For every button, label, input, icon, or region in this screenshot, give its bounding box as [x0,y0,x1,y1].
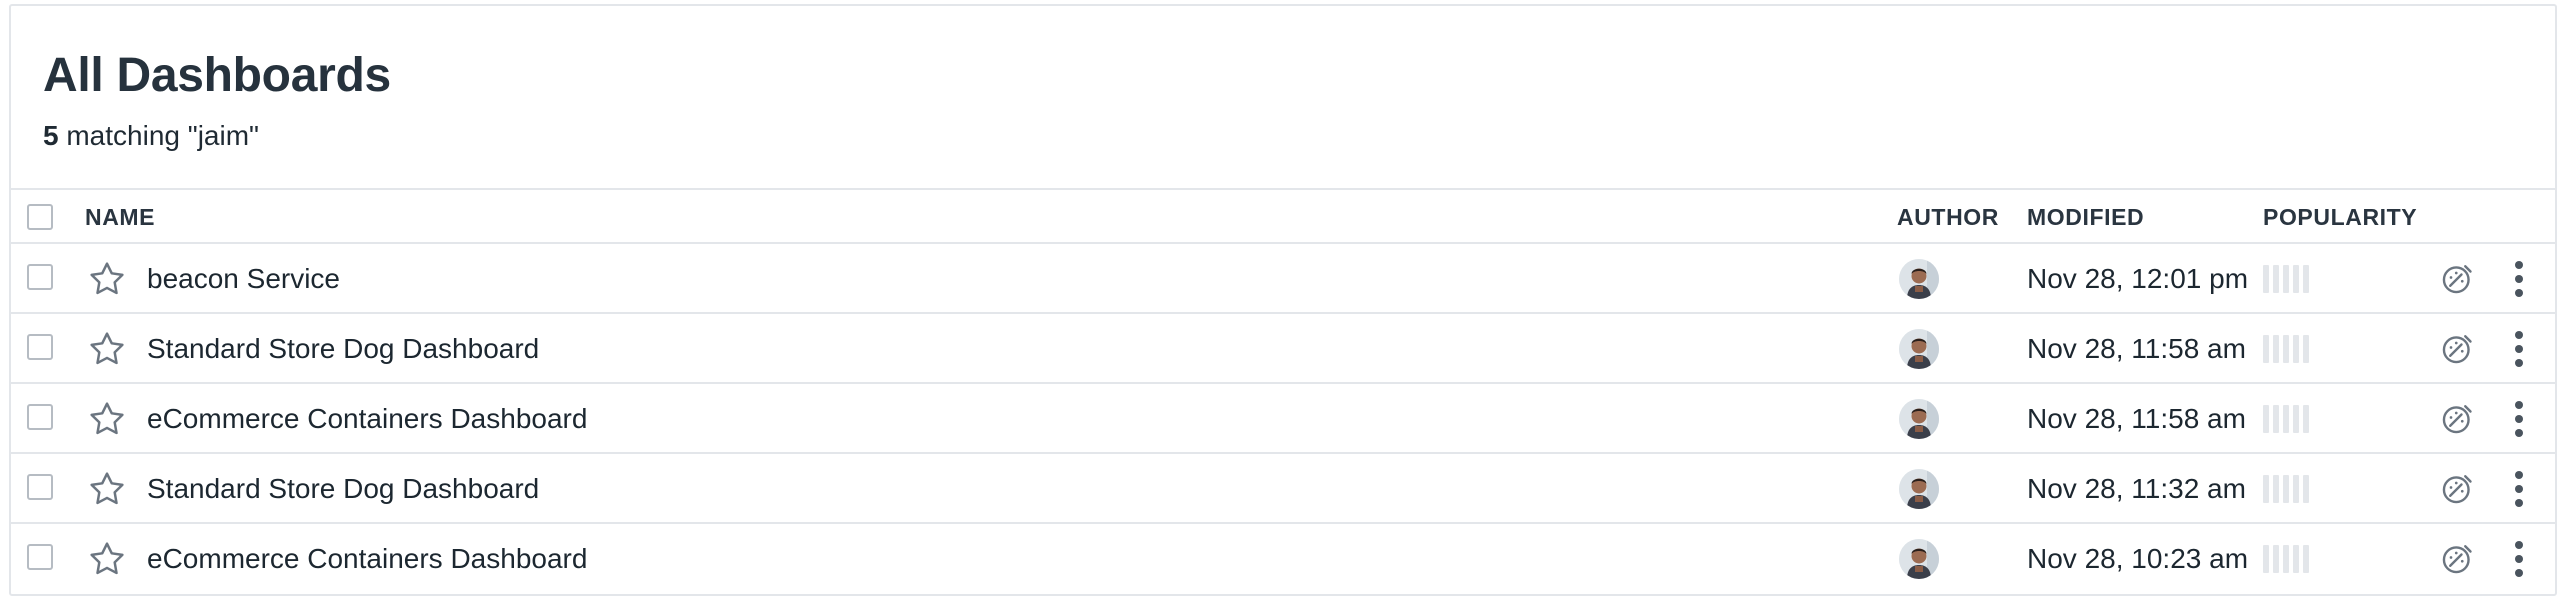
star-icon[interactable] [87,329,127,369]
popularity-bar [2263,475,2269,503]
avatar-photo [1899,539,1939,579]
modified-date: Nov 28, 11:58 am [2027,403,2246,434]
popularity-meter [2263,475,2309,503]
popularity-bar [2263,405,2269,433]
column-header-author[interactable]: AUTHOR [1897,204,1999,231]
popularity-meter [2263,335,2309,363]
popularity-bar [2273,475,2279,503]
dashboard-name-link[interactable]: Standard Store Dog Dashboard [147,333,539,365]
popularity-bar [2273,335,2279,363]
avatar-photo [1899,469,1939,509]
popularity-bar [2293,475,2299,503]
more-vertical-icon[interactable] [2507,328,2531,370]
star-icon[interactable] [87,469,127,509]
popularity-meter [2263,265,2309,293]
popularity-bar [2273,405,2279,433]
row-checkbox[interactable] [27,544,53,570]
modified-date: Nov 28, 12:01 pm [2027,263,2249,294]
table-row[interactable]: Standard Store Dog Dashboard Nov 28, 11:… [11,314,2555,384]
row-checkbox[interactable] [27,264,53,290]
select-all-checkbox[interactable] [27,204,53,230]
monitor-icon[interactable] [2439,471,2475,507]
modified-date: Nov 28, 10:23 am [2027,543,2249,574]
popularity-bar [2303,475,2309,503]
popularity-bar [2303,265,2309,293]
avatar-photo [1899,259,1939,299]
popularity-bar [2303,545,2309,573]
match-text: matching "jaim" [58,120,259,151]
avatar-photo [1899,399,1939,439]
star-icon[interactable] [87,539,127,579]
column-header-name[interactable]: NAME [85,204,155,231]
dashboard-list-panel: All Dashboards 5 matching "jaim" NAME AU… [9,4,2557,596]
popularity-bar [2303,335,2309,363]
popularity-bar [2283,265,2289,293]
avatar [1899,539,1939,579]
popularity-bar [2293,545,2299,573]
column-header-popularity[interactable]: POPULARITY [2263,204,2417,231]
popularity-bar [2263,265,2269,293]
more-vertical-icon[interactable] [2507,258,2531,300]
match-summary: 5 matching "jaim" [43,120,259,152]
star-icon[interactable] [87,259,127,299]
table-row[interactable]: Standard Store Dog Dashboard Nov 28, 11:… [11,454,2555,524]
popularity-bar [2283,405,2289,433]
list-header: All Dashboards 5 matching "jaim" [11,6,2555,188]
table-body: beacon Service Nov 28, 12:01 pm Standard… [11,244,2555,594]
monitor-icon[interactable] [2439,401,2475,437]
popularity-bar [2293,405,2299,433]
popularity-bar [2283,475,2289,503]
row-checkbox[interactable] [27,474,53,500]
table-header-row: NAME AUTHOR MODIFIED POPULARITY [11,188,2555,244]
monitor-icon[interactable] [2439,261,2475,297]
star-icon[interactable] [87,399,127,439]
dashboard-name-link[interactable]: eCommerce Containers Dashboard [147,403,587,435]
popularity-bar [2263,335,2269,363]
monitor-icon[interactable] [2439,331,2475,367]
modified-date: Nov 28, 11:58 am [2027,333,2246,364]
table-row[interactable]: eCommerce Containers Dashboard Nov 28, 1… [11,384,2555,454]
avatar-photo [1899,329,1939,369]
dashboard-name-link[interactable]: eCommerce Containers Dashboard [147,543,587,575]
table-row[interactable]: eCommerce Containers Dashboard Nov 28, 1… [11,524,2555,594]
row-checkbox[interactable] [27,404,53,430]
popularity-bar [2273,545,2279,573]
column-header-modified[interactable]: MODIFIED [2027,204,2144,231]
popularity-meter [2263,545,2309,573]
match-count: 5 [43,120,59,151]
popularity-bar [2283,335,2289,363]
avatar [1899,399,1939,439]
table-row[interactable]: beacon Service Nov 28, 12:01 pm [11,244,2555,314]
more-vertical-icon[interactable] [2507,538,2531,580]
more-vertical-icon[interactable] [2507,468,2531,510]
modified-date: Nov 28, 11:32 am [2027,473,2246,504]
popularity-bar [2303,405,2309,433]
popularity-bar [2263,545,2269,573]
more-vertical-icon[interactable] [2507,398,2531,440]
monitor-icon[interactable] [2439,541,2475,577]
dashboard-table: NAME AUTHOR MODIFIED POPULARITY beacon S… [11,188,2555,594]
avatar [1899,259,1939,299]
avatar [1899,329,1939,369]
page-title: All Dashboards [43,49,391,102]
popularity-bar [2283,545,2289,573]
row-checkbox[interactable] [27,334,53,360]
popularity-meter [2263,405,2309,433]
popularity-bar [2293,265,2299,293]
avatar [1899,469,1939,509]
popularity-bar [2293,335,2299,363]
dashboard-name-link[interactable]: Standard Store Dog Dashboard [147,473,539,505]
dashboard-name-link[interactable]: beacon Service [147,263,340,295]
popularity-bar [2273,265,2279,293]
